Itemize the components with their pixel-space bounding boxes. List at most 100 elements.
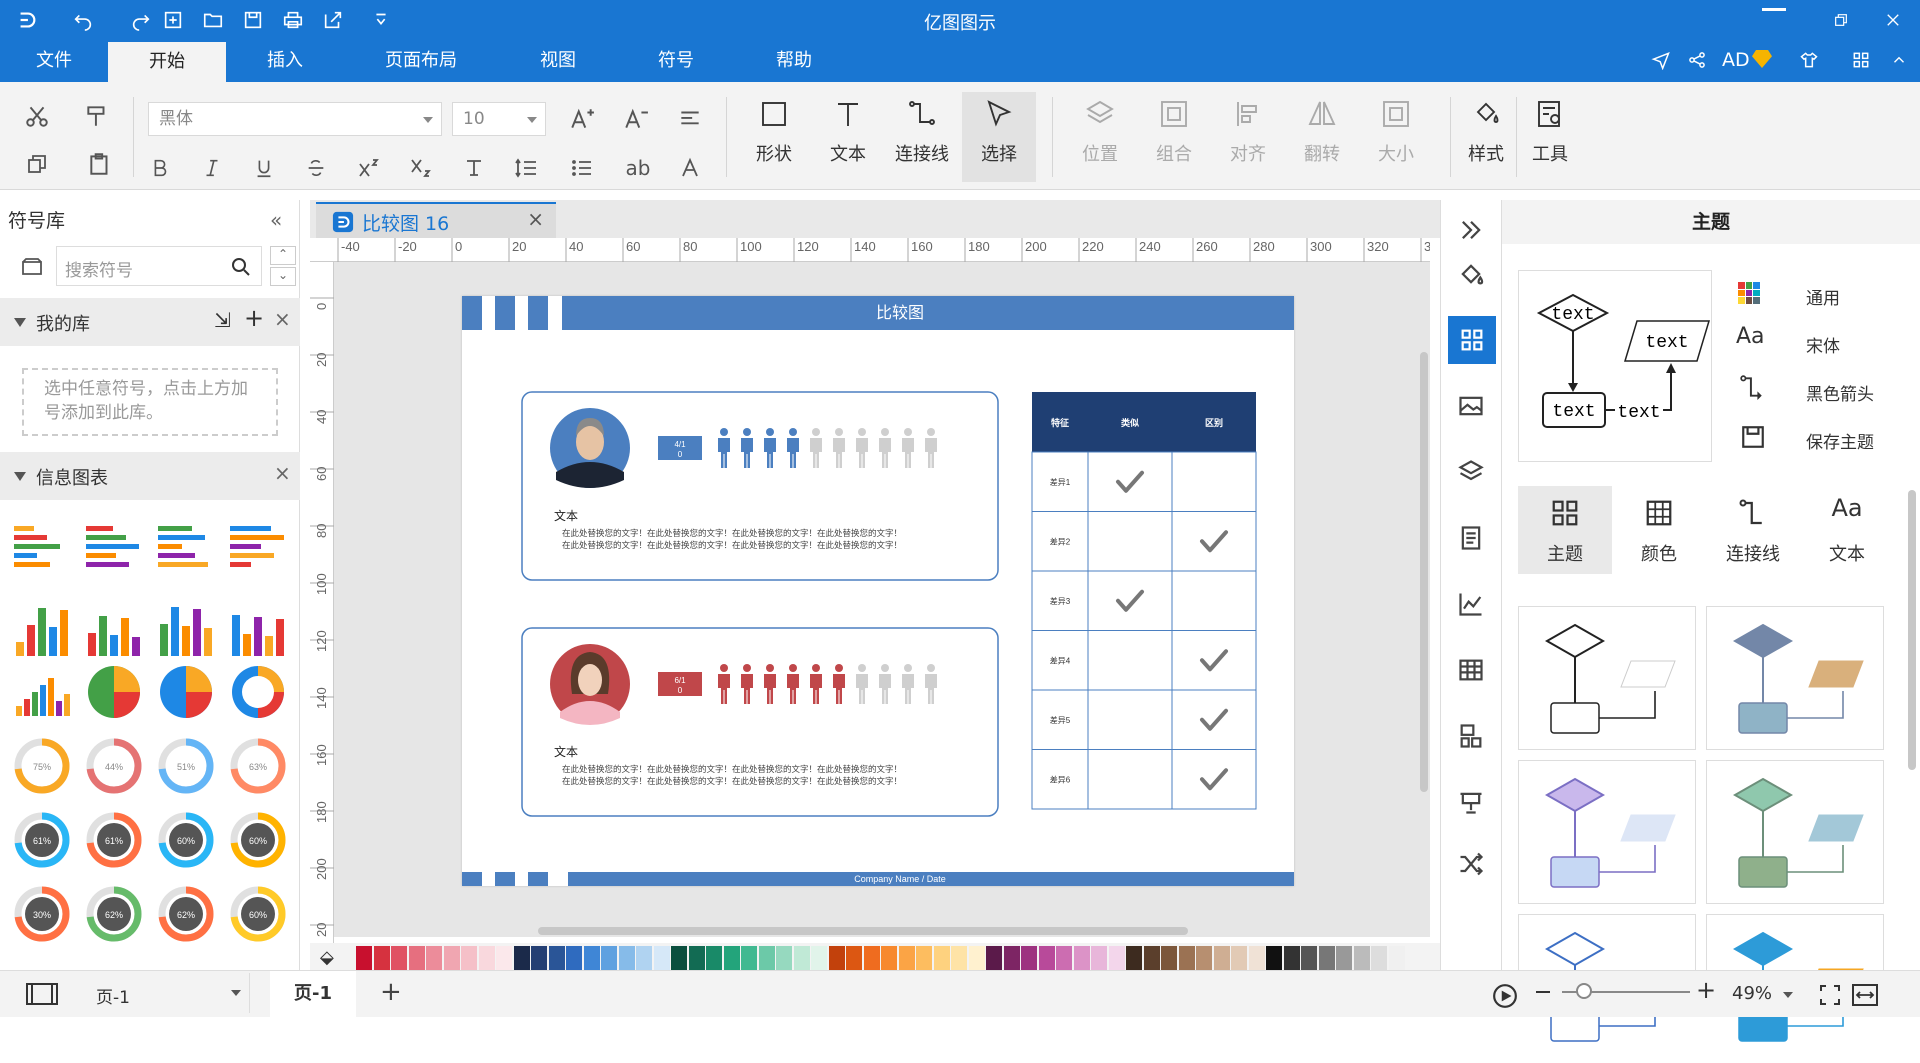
menu-symbols[interactable]: 符号	[636, 40, 716, 82]
color-swatch[interactable]	[478, 946, 495, 970]
donut-chart-thumb[interactable]: 62%	[84, 884, 144, 944]
theme-thumbnail[interactable]	[1706, 760, 1884, 904]
color-swatch[interactable]	[636, 946, 652, 970]
option-font[interactable]: 宋体	[1806, 332, 1840, 357]
page-tab[interactable]: 页-1	[270, 971, 356, 1017]
color-swatch[interactable]	[1248, 946, 1265, 970]
menu-insert[interactable]: 插入	[240, 40, 330, 82]
shuffle-icon[interactable]	[1441, 840, 1501, 888]
color-swatch[interactable]	[373, 946, 390, 970]
color-swatch[interactable]	[1318, 946, 1335, 970]
color-swatch[interactable]	[1283, 946, 1300, 970]
color-swatch[interactable]	[951, 946, 967, 970]
color-swatch[interactable]	[671, 946, 687, 970]
strikethrough-icon[interactable]	[302, 152, 330, 184]
info-chart-thumb[interactable]	[84, 600, 144, 660]
color-swatch[interactable]	[1038, 946, 1055, 970]
info-chart-thumb[interactable]	[228, 518, 288, 578]
donut-chart-thumb[interactable]: 60%	[228, 810, 288, 870]
donut-chart-thumb[interactable]	[228, 662, 288, 722]
color-swatch[interactable]	[863, 946, 880, 970]
color-swatch[interactable]	[1336, 946, 1352, 970]
image-icon[interactable]	[1441, 382, 1501, 430]
color-swatch[interactable]	[986, 946, 1002, 970]
color-swatch[interactable]	[443, 946, 460, 970]
theme-thumbnail[interactable]	[1518, 760, 1696, 904]
color-swatch[interactable]	[601, 946, 617, 970]
theme-thumbnail[interactable]	[1706, 606, 1884, 750]
zoom-dropdown-icon[interactable]	[1783, 992, 1793, 998]
donut-chart-thumb[interactable]	[84, 662, 144, 722]
color-swatch[interactable]	[618, 946, 635, 970]
color-swatch[interactable]	[1371, 946, 1387, 970]
add-page-icon[interactable]: +	[380, 977, 402, 1007]
color-swatch[interactable]	[1178, 946, 1195, 970]
my-library-header[interactable]: 我的库 ⇲ + ×	[0, 298, 300, 346]
color-swatch[interactable]	[513, 946, 530, 970]
menu-view[interactable]: 视图	[516, 40, 600, 82]
color-swatch[interactable]	[1073, 946, 1090, 970]
color-swatch[interactable]	[811, 946, 827, 970]
color-swatch[interactable]	[496, 946, 512, 970]
close-icon[interactable]	[1874, 0, 1912, 40]
font-size-select[interactable]: 10	[452, 102, 546, 136]
info-chart-thumb[interactable]	[12, 600, 72, 660]
option-save-theme[interactable]: 保存主题	[1806, 428, 1874, 453]
position-button[interactable]: 位置	[1068, 92, 1132, 182]
tab-text[interactable]: Aa 文本	[1800, 486, 1894, 574]
format-painter-icon[interactable]	[78, 100, 116, 132]
color-swatch[interactable]	[723, 946, 740, 970]
share-icon[interactable]	[1678, 40, 1716, 80]
flip-button[interactable]: 翻转	[1290, 92, 1354, 182]
color-swatch[interactable]	[688, 946, 705, 970]
account-label[interactable]: AD	[1722, 49, 1750, 71]
info-chart-thumb[interactable]	[12, 518, 72, 578]
fit-page-icon[interactable]	[1818, 983, 1842, 1007]
color-swatch[interactable]	[583, 946, 600, 970]
color-swatch[interactable]	[356, 946, 372, 970]
color-swatch[interactable]	[793, 946, 810, 970]
tools-button[interactable]: 工具	[1518, 92, 1582, 182]
org-chart-icon[interactable]	[1441, 712, 1501, 760]
color-swatch[interactable]	[408, 946, 425, 970]
chart-data-icon[interactable]	[1441, 580, 1501, 628]
restore-icon[interactable]	[1822, 0, 1860, 40]
paste-icon[interactable]	[78, 148, 122, 180]
increase-font-icon[interactable]	[564, 102, 600, 136]
italic-icon[interactable]	[198, 152, 226, 184]
select-button[interactable]: 选择	[962, 92, 1036, 182]
bold-icon[interactable]	[146, 152, 174, 184]
color-swatch[interactable]	[968, 946, 985, 970]
menu-home[interactable]: 开始	[108, 42, 226, 82]
fill-bucket-icon[interactable]: ⬙	[320, 947, 334, 968]
color-swatch[interactable]	[706, 946, 722, 970]
donut-chart-thumb[interactable]: 60%	[156, 810, 216, 870]
play-presentation-icon[interactable]	[1492, 983, 1518, 1009]
menu-help[interactable]: 帮助	[752, 40, 836, 82]
color-swatch[interactable]	[391, 946, 407, 970]
cut-icon[interactable]	[18, 100, 56, 132]
theme-panel-icon[interactable]	[1448, 316, 1496, 364]
scroll-up-button[interactable]: ⌃	[270, 246, 296, 265]
donut-chart-thumb[interactable]: 51%	[156, 736, 216, 796]
color-swatch[interactable]	[846, 946, 862, 970]
color-swatch[interactable]	[548, 946, 565, 970]
zoom-level[interactable]: 49%	[1732, 983, 1772, 1004]
theme-scrollbar[interactable]	[1908, 490, 1916, 770]
minimize-icon[interactable]	[1762, 8, 1786, 11]
superscript-icon[interactable]	[352, 152, 384, 184]
group-button[interactable]: 组合	[1142, 92, 1206, 182]
color-swatch[interactable]	[1266, 946, 1282, 970]
color-swatch[interactable]	[1091, 946, 1107, 970]
size-button[interactable]: 大小	[1364, 92, 1428, 182]
info-chart-thumb[interactable]	[156, 518, 216, 578]
align-text-icon[interactable]	[670, 102, 710, 136]
color-swatch[interactable]	[741, 946, 757, 970]
color-swatch[interactable]	[1213, 946, 1230, 970]
color-swatch[interactable]	[776, 946, 792, 970]
donut-chart-thumb[interactable]: 61%	[84, 810, 144, 870]
donut-chart-thumb[interactable]: 60%	[228, 884, 288, 944]
align-button[interactable]: 对齐	[1216, 92, 1280, 182]
color-swatch[interactable]	[933, 946, 950, 970]
symbol-search-input[interactable]: 搜索符号	[56, 246, 262, 286]
